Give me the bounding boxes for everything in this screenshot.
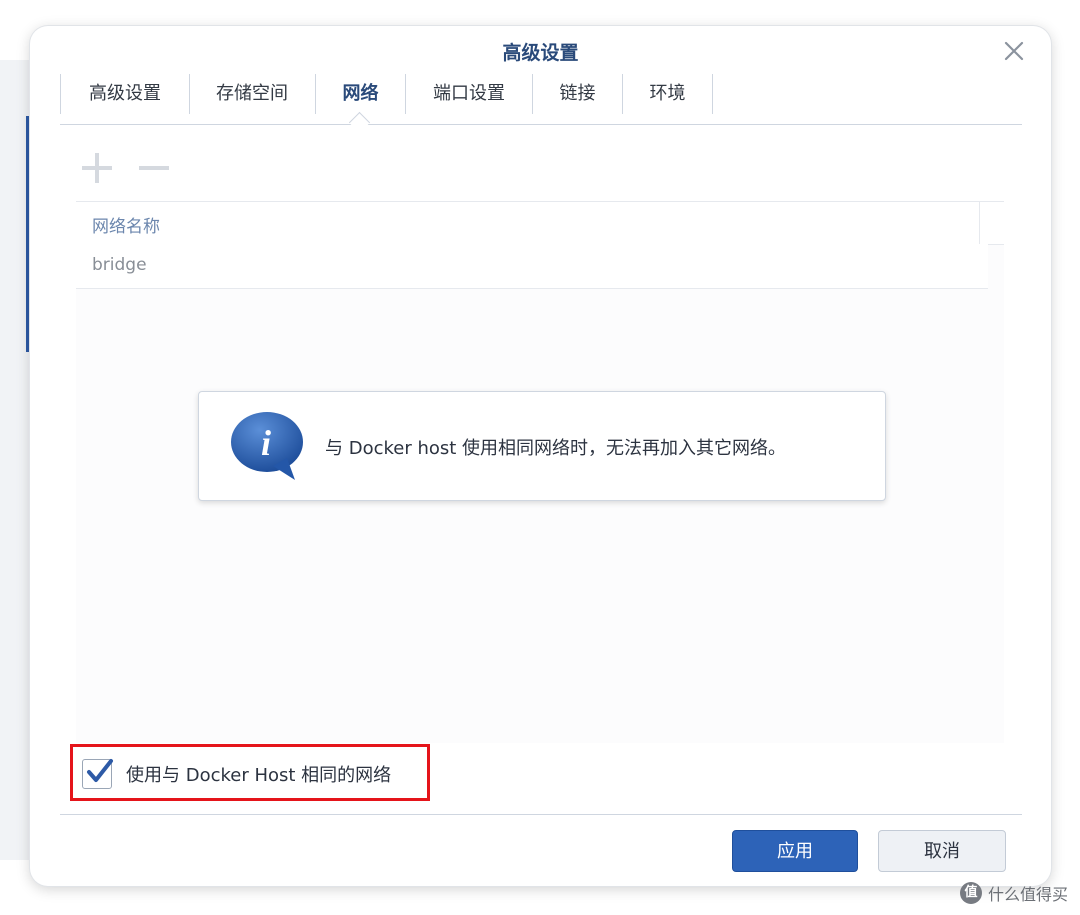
info-message-text: 与 Docker host 使用相同网络时，无法再加入其它网络。	[325, 438, 787, 459]
apply-button[interactable]: 应用	[732, 830, 858, 872]
minus-icon[interactable]	[136, 150, 172, 186]
network-name-cell: bridge	[92, 255, 147, 275]
use-host-network-label: 使用与 Docker Host 相同的网络	[126, 765, 392, 786]
tab-bar: 高级设置 存储空间 网络 端口设置 链接 环境	[60, 72, 1022, 125]
cancel-button[interactable]: 取消	[878, 830, 1006, 872]
info-speech-bubble-icon: i	[231, 412, 303, 480]
column-header-network-name[interactable]: 网络名称	[92, 212, 160, 237]
svg-text:i: i	[261, 423, 271, 463]
tab-links[interactable]: 链接	[533, 74, 623, 114]
tab-storage[interactable]: 存储空间	[189, 74, 316, 114]
tab-port-settings[interactable]: 端口设置	[406, 74, 533, 114]
tab-network[interactable]: 网络	[316, 74, 406, 114]
watermark-text: 什么值得买	[987, 885, 1068, 904]
tab-advanced-settings[interactable]: 高级设置	[60, 74, 190, 114]
close-icon[interactable]	[1001, 38, 1027, 64]
advanced-settings-dialog: 高级设置 高级设置 存储空间 网络 端口设置 链接 环境 网络名称 bridge	[30, 26, 1051, 886]
site-watermark: 值 什么值得买	[959, 881, 1068, 905]
background-window-edge	[0, 60, 34, 860]
table-header: 网络名称	[76, 201, 1004, 245]
tab-environment[interactable]: 环境	[623, 74, 713, 114]
plus-icon[interactable]	[79, 150, 115, 186]
dialog-title: 高级设置	[502, 42, 579, 64]
checkmark-icon	[87, 759, 113, 782]
table-row[interactable]: bridge	[76, 244, 988, 289]
watermark-logo: 值	[959, 882, 982, 904]
use-host-network-checkbox[interactable]	[82, 759, 113, 789]
footer-divider	[60, 814, 1022, 815]
info-message-box: i 与 Docker host 使用相同网络时，无法再加入其它网络。	[198, 391, 886, 501]
column-divider	[979, 202, 980, 244]
